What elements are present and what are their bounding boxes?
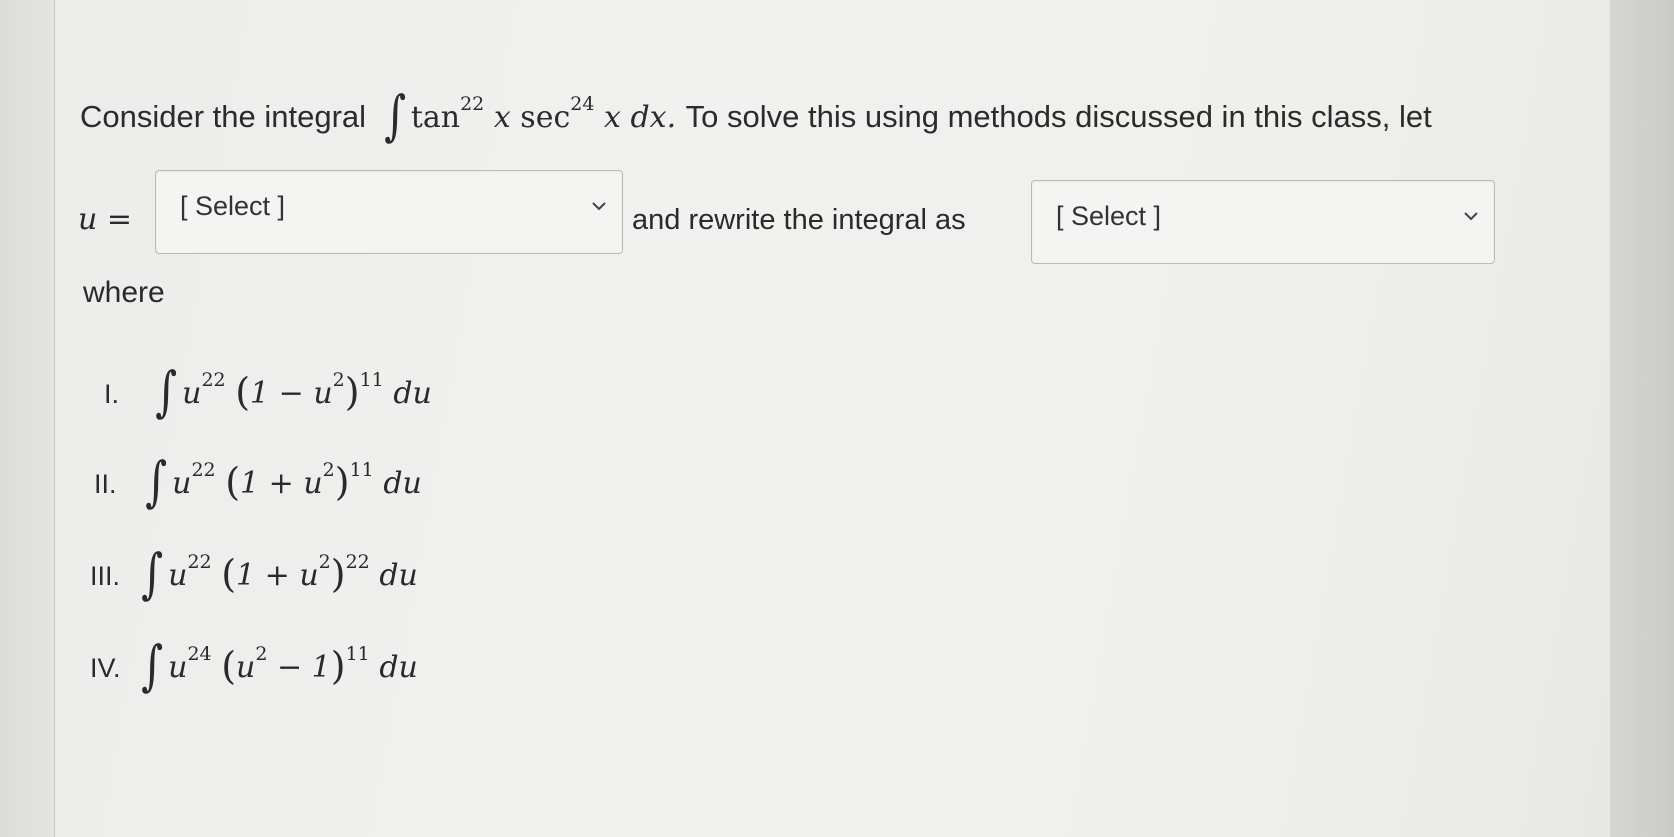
- sec-function: sec: [520, 100, 571, 135]
- option-inner-exponent: 2: [322, 459, 335, 481]
- left-paren: (: [225, 460, 241, 504]
- right-paren: ): [330, 644, 346, 688]
- integral-sign-icon: ∫: [145, 450, 168, 513]
- option-numeral: IV.: [90, 653, 121, 683]
- option-differential: du: [379, 558, 418, 593]
- left-paren: (: [221, 644, 237, 688]
- option-outer-exponent: 22: [345, 551, 370, 573]
- right-paren: ): [334, 460, 350, 504]
- option-u-exponent: 22: [201, 369, 226, 391]
- option-inner: 1 − u: [250, 376, 333, 411]
- option-inner: 1 + u: [240, 466, 323, 501]
- sec-exponent: 24: [570, 93, 595, 115]
- option-outer-exponent: 11: [349, 459, 374, 481]
- tan-exponent: 22: [460, 93, 485, 115]
- option-inner-rest: − 1: [267, 650, 331, 685]
- integral-sign-icon: ∫: [383, 84, 406, 147]
- option-inner: 1 + u: [236, 558, 319, 593]
- rewrite-text: and rewrite the integral as: [632, 204, 966, 236]
- chevron-down-icon: [1464, 212, 1478, 221]
- option-u: u: [172, 466, 192, 501]
- integral-sign-icon: ∫: [141, 634, 164, 697]
- option-u: u: [168, 558, 188, 593]
- option-outer-exponent: 11: [345, 643, 370, 665]
- right-margin: [1610, 0, 1674, 837]
- tan-function: tan: [410, 100, 461, 135]
- u-select-label: [ Select ]: [180, 191, 286, 221]
- option-numeral: III.: [90, 561, 121, 591]
- option-differential: du: [379, 650, 418, 685]
- integral-sign-icon: ∫: [141, 542, 164, 605]
- option-differential: du: [383, 466, 422, 501]
- option-numeral: II.: [94, 469, 117, 499]
- right-paren: ): [330, 552, 346, 596]
- chevron-down-icon: [592, 202, 606, 211]
- option-u-exponent: 22: [191, 459, 216, 481]
- right-paren: ): [344, 370, 360, 414]
- option-u-exponent: 24: [187, 643, 212, 665]
- option-inner-u: u: [236, 650, 256, 685]
- integral-sign-icon: ∫: [155, 360, 178, 423]
- option-differential: du: [393, 376, 432, 411]
- left-margin: [0, 0, 54, 837]
- option-u-exponent: 22: [187, 551, 212, 573]
- prompt-after-text: To solve this using methods discussed in…: [685, 99, 1432, 134]
- option-numeral: I.: [104, 379, 120, 409]
- variable-x-second: x: [603, 100, 621, 135]
- option-u: u: [168, 650, 188, 685]
- option-outer-exponent: 11: [359, 369, 384, 391]
- where-label: where: [83, 276, 165, 309]
- left-paren: (: [221, 552, 237, 596]
- option-iv: IV. ∫ u24 (u2 − 1)11 du: [90, 632, 418, 693]
- option-inner-exponent: 2: [332, 369, 345, 391]
- answer-row: u = [ Select ] and rewrite the integral …: [78, 170, 1598, 264]
- option-ii: II. ∫ u22 (1 + u2)11 du: [94, 448, 422, 509]
- option-inner-exponent: 2: [318, 551, 331, 573]
- option-u: u: [182, 376, 202, 411]
- variable-x: x: [493, 100, 511, 135]
- u-substitution-select[interactable]: [ Select ]: [155, 170, 623, 254]
- integral-select-label: [ Select ]: [1056, 201, 1162, 231]
- left-paren: (: [235, 370, 251, 414]
- option-inner-exponent: 2: [255, 643, 268, 665]
- prompt-intro-text: Consider the integral: [80, 99, 367, 134]
- u-equals-label: u =: [78, 202, 132, 237]
- rewritten-integral-select[interactable]: [ Select ]: [1031, 180, 1495, 264]
- differential-dx: dx.: [630, 100, 677, 135]
- integral-expression: ∫ tan22 x sec24 x dx.: [375, 89, 686, 143]
- option-iii: III. ∫ u22 (1 + u2)22 du: [90, 540, 418, 601]
- option-i: I. ∫ u22 (1 − u2)11 du: [104, 358, 432, 419]
- question-prompt: Consider the integral ∫ tan22 x sec24 x d…: [80, 82, 1432, 143]
